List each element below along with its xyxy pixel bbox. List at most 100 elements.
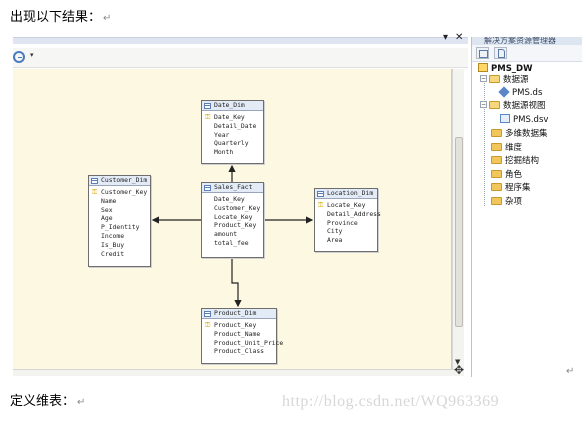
tree-node-dsv[interactable]: PMS.dsv xyxy=(500,114,548,126)
table-header[interactable]: Sales_Fact xyxy=(202,183,263,193)
solution-explorer-panel: 解决方案资源管理器 PMS_DW − 数据源 PMS.ds − 数据源视图 PMS.dsv… xyxy=(471,37,582,377)
horizontal-scrollbar[interactable] xyxy=(13,369,464,376)
relation-fact-to-product xyxy=(231,258,242,308)
csdn-watermark: http://blog.csdn.net/WQ963369 xyxy=(282,393,500,410)
table-field[interactable]: Year xyxy=(202,131,263,140)
table-field-list: Date_Key Customer_Key Locate_Key Product_Ke… xyxy=(202,193,263,250)
primary-key-icon: ⚿ xyxy=(205,113,211,121)
table-field[interactable]: Customer_Key xyxy=(202,204,263,213)
scrollbar-thumb[interactable] xyxy=(455,137,463,327)
tree-node-folder[interactable]: − 数据源 xyxy=(480,74,529,86)
table-customer-dim[interactable]: Customer_Dim ⚿ Customer_Key Name Sex Age P_Ide… xyxy=(88,175,151,267)
table-header[interactable]: Date_Dim xyxy=(202,101,263,111)
table-field[interactable]: ⚿ Locate_Key xyxy=(315,201,377,210)
table-field[interactable]: Sex xyxy=(89,206,150,215)
table-field[interactable]: Month xyxy=(202,148,263,157)
table-name: Customer_Dim xyxy=(101,176,148,184)
tree-node-datasource[interactable]: PMS.ds xyxy=(498,85,543,99)
table-field[interactable]: Date_Key xyxy=(202,195,263,204)
pin-dropdown-icon[interactable]: ▾ xyxy=(443,32,448,43)
table-field[interactable]: Product_Unit_Price xyxy=(202,339,283,348)
pan-icon[interactable]: ✥ xyxy=(452,363,466,377)
tree-node-label: 数据源 xyxy=(503,75,529,85)
field-name: Sex xyxy=(101,205,113,214)
ssas-designer-window: ▾ ✕ ▾ Date_Dim ⚿ Date_Key Detail_Date Year Qu… xyxy=(13,32,582,377)
field-name: Credit xyxy=(101,249,125,258)
field-name: Month xyxy=(214,148,234,157)
table-field[interactable]: Is_Buy xyxy=(89,241,150,250)
tree-node-folder[interactable]: 程序集 xyxy=(480,182,531,194)
tree-node-label: 杂项 xyxy=(505,197,523,207)
table-field[interactable]: P_Identity xyxy=(89,223,150,232)
tree-node-label: 挖掘结构 xyxy=(505,156,540,166)
table-field-list: ⚿ Customer_Key Name Sex Age P_Identity Income I… xyxy=(89,186,150,260)
field-name: City xyxy=(327,227,343,236)
table-header[interactable]: Location_Dim xyxy=(315,189,377,199)
table-location-dim[interactable]: Location_Dim ⚿ Locate_Key Detail_Address Pro… xyxy=(314,188,381,252)
table-field[interactable]: total_fee xyxy=(202,239,263,248)
table-field-list: ⚿ Date_Key Detail_Date Year Quarterly Month xyxy=(202,111,263,159)
table-field[interactable]: ⚿ Date_Key xyxy=(202,113,263,122)
primary-key-icon: ⚿ xyxy=(318,201,324,209)
tree-node-label: 多维数据集 xyxy=(505,129,548,139)
dsv-diagram-canvas[interactable]: Date_Dim ⚿ Date_Key Detail_Date Year Quarterl… xyxy=(13,69,452,369)
field-name: Date_Key xyxy=(214,113,245,121)
tree-node-folder[interactable]: 杂项 xyxy=(480,196,522,208)
table-icon xyxy=(204,185,211,191)
table-header[interactable]: Product_Dim xyxy=(202,309,276,319)
table-icon xyxy=(204,103,211,109)
table-field[interactable]: Name xyxy=(89,197,150,206)
table-name: Date_Dim xyxy=(214,101,245,109)
table-field[interactable]: ⚿ Product_Key xyxy=(202,321,276,330)
tree-node-folder[interactable]: 角色 xyxy=(480,169,522,181)
field-name: Date_Key xyxy=(214,195,245,203)
table-field[interactable]: ⚿ Customer_Key xyxy=(89,188,150,197)
table-field[interactable]: Detail_Date xyxy=(202,122,263,131)
table-field[interactable]: Province xyxy=(315,219,377,228)
tree-node-label: 维度 xyxy=(505,143,523,153)
field-name: Province xyxy=(327,218,358,227)
table-field[interactable]: Product_Class xyxy=(202,347,276,356)
properties-icon[interactable] xyxy=(476,47,489,59)
tree-node-folder[interactable]: 维度 xyxy=(480,142,522,154)
table-product-dim[interactable]: Product_Dim ⚿ Product_Key Product_Name Produ… xyxy=(201,308,283,364)
collapse-icon[interactable]: − xyxy=(480,101,487,108)
field-name: Detail_Date xyxy=(214,121,257,130)
tree-node-folder[interactable]: 多维数据集 xyxy=(480,128,548,140)
table-field[interactable]: amount xyxy=(202,230,263,239)
table-field[interactable]: City xyxy=(315,227,377,236)
table-field[interactable]: Product_Key xyxy=(202,221,263,230)
table-field[interactable]: Quarterly xyxy=(202,139,263,148)
folder-icon xyxy=(491,128,502,137)
tree-node-folder[interactable]: 挖掘结构 xyxy=(480,155,539,167)
field-name: amount xyxy=(214,230,238,239)
field-name: Area xyxy=(327,236,343,245)
table-date-dim[interactable]: Date_Dim ⚿ Date_Key Detail_Date Year Quarterl… xyxy=(201,100,264,164)
table-header[interactable]: Customer_Dim xyxy=(89,176,150,186)
show-all-files-icon[interactable] xyxy=(494,47,507,59)
collapse-icon[interactable]: − xyxy=(480,75,487,82)
vertical-scrollbar[interactable]: ▼ xyxy=(452,69,464,369)
tree-node-label: 数据源视图 xyxy=(503,101,546,111)
field-name: Income xyxy=(101,231,125,240)
tree-node-label: PMS.ds xyxy=(512,88,543,98)
table-field-list: ⚿ Product_Key Product_Name Product_Unit_Pri… xyxy=(202,319,283,358)
table-field[interactable]: Age xyxy=(89,214,150,223)
zoom-icon[interactable] xyxy=(13,51,25,63)
table-field[interactable]: Area xyxy=(315,236,377,245)
field-name: Product_Key xyxy=(214,321,257,329)
zoom-dropdown-icon[interactable]: ▾ xyxy=(30,51,34,59)
table-field[interactable]: Detail_Address xyxy=(315,210,381,219)
table-name: Product_Dim xyxy=(214,309,257,317)
close-icon[interactable]: ✕ xyxy=(455,32,463,43)
field-name: Age xyxy=(101,214,113,223)
table-sales-fact[interactable]: Sales_Fact Date_Key Customer_Key Locate_Key… xyxy=(201,182,264,258)
table-field[interactable]: Locate_Key xyxy=(202,213,263,222)
tree-node-folder[interactable]: − 数据源视图 xyxy=(480,100,546,112)
field-name: Customer_Key xyxy=(101,188,148,196)
tree-node-label: PMS.dsv xyxy=(513,115,549,125)
table-field[interactable]: Income xyxy=(89,232,150,241)
table-field[interactable]: Credit xyxy=(89,250,150,259)
tree-node-label: 程序集 xyxy=(505,183,531,193)
table-field[interactable]: Product_Name xyxy=(202,330,276,339)
